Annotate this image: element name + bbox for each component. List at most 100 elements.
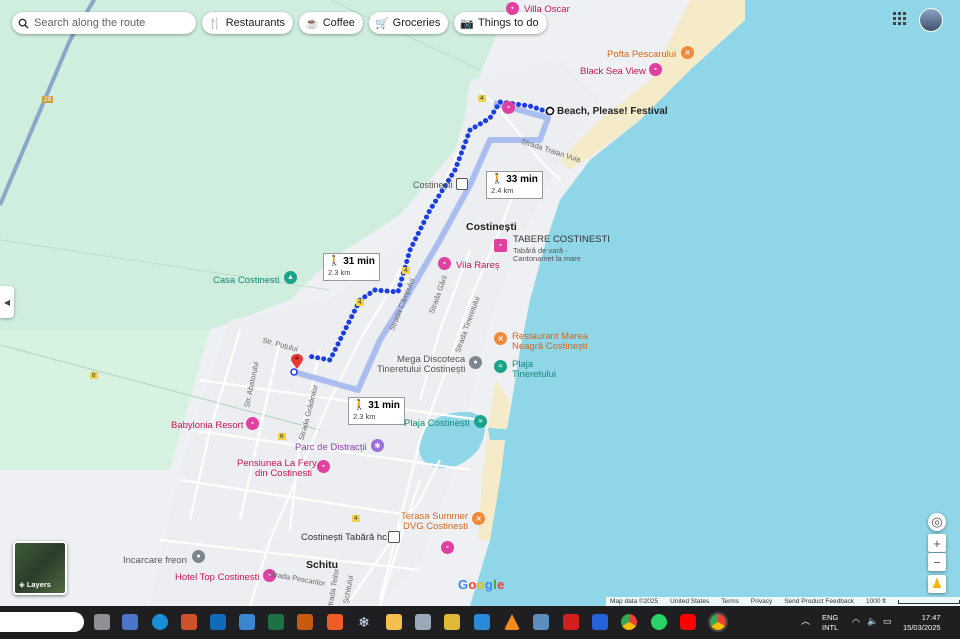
chip-coffee[interactable]: ☕ Coffee	[299, 12, 363, 34]
layers-button[interactable]: ◈ Layers	[13, 541, 67, 595]
lock-app-icon[interactable]	[444, 614, 460, 630]
destination-label[interactable]: Beach, Please! Festival	[557, 106, 668, 117]
chip-things-to-do[interactable]: 📷 Things to do	[454, 12, 547, 34]
camera-app-icon[interactable]	[415, 614, 431, 630]
place-babylonia[interactable]: Babylonia Resort	[171, 420, 243, 431]
route-duration-box-3[interactable]: 🚶 31 min 2.3 km	[348, 397, 405, 425]
translator-icon[interactable]	[592, 614, 608, 630]
park-icon[interactable]: ▲	[284, 271, 297, 284]
youtube-icon[interactable]	[680, 614, 696, 630]
restaurant-icon[interactable]: ✕	[494, 332, 507, 345]
layers-icon: ◈	[19, 580, 25, 589]
zoom-in-button[interactable]: +	[928, 534, 946, 552]
speaker-icon[interactable]: 🔈	[867, 616, 878, 626]
place-pofta-pescarului[interactable]: Pofta Pescarului	[607, 49, 676, 60]
place-villa-oscar[interactable]: Villa Oscar	[524, 4, 570, 15]
collapse-panel-tab[interactable]: ◀	[0, 286, 14, 318]
route-duration-box-1[interactable]: 🚶 33 min 2.4 km	[486, 171, 543, 199]
my-location-button[interactable]: ◎	[928, 513, 946, 531]
office-icon[interactable]	[181, 614, 197, 630]
hotel-icon[interactable]: ▪	[317, 460, 330, 473]
country-link[interactable]: United States	[670, 598, 709, 605]
beach-icon[interactable]: ≈	[494, 360, 507, 373]
clock[interactable]: 17:47 15/03/2025	[903, 613, 941, 633]
place-hotel-top[interactable]: Hotel Top Costinesti	[175, 572, 259, 583]
place-mega-disco-2[interactable]: Tineretului Costinești	[377, 364, 465, 375]
camp-icon[interactable]: ▪	[494, 239, 507, 252]
place-terasa-2[interactable]: DVG Costinesti	[403, 521, 468, 532]
language-indicator[interactable]: ENG INTL	[822, 613, 838, 633]
chrome-icon[interactable]	[621, 614, 637, 630]
place-tabere-sub2: Cantonamet la mare	[513, 254, 581, 263]
road-shield: 8	[90, 372, 98, 379]
map-data-text: Map data ©2025	[610, 598, 659, 605]
whatsapp-icon[interactable]	[651, 614, 667, 630]
place-plaja-costinesti[interactable]: Plaja Costinești	[404, 418, 469, 429]
powerpoint-icon[interactable]	[297, 614, 313, 630]
nightclub-icon[interactable]: ●	[469, 356, 482, 369]
hotel-icon[interactable]: ▪	[246, 417, 259, 430]
chip-restaurants[interactable]: 🍴 Restaurants	[202, 12, 294, 34]
place-pensiunea-2[interactable]: din Costinesti	[255, 468, 312, 479]
place-tabere-title[interactable]: TABERE COSTINESTI	[513, 234, 610, 245]
place-incarcare-freon[interactable]: Incarcare freon	[123, 555, 187, 566]
brave-icon[interactable]	[327, 614, 343, 630]
chrome-active-icon[interactable]	[708, 612, 728, 632]
file-explorer-icon[interactable]	[386, 614, 402, 630]
terms-link[interactable]: Terms	[721, 598, 739, 605]
train-station-icon[interactable]	[388, 531, 400, 543]
store-icon[interactable]	[239, 614, 255, 630]
edge-icon[interactable]	[152, 614, 168, 630]
hotel-icon[interactable]: ▪	[441, 541, 454, 554]
walk-distance: 2.4 km	[491, 186, 514, 195]
walk-time: 🚶 31 min	[353, 400, 400, 411]
chip-groceries[interactable]: 🛒 Groceries	[368, 12, 449, 34]
snowflake-icon[interactable]: ❄	[356, 614, 372, 630]
vlc-icon[interactable]	[504, 614, 520, 630]
privacy-link[interactable]: Privacy	[751, 598, 772, 605]
avatar[interactable]	[919, 8, 943, 32]
restaurant-icon[interactable]: ✕	[681, 46, 694, 59]
search-along-route-input[interactable]: Search along the route	[12, 12, 196, 34]
location-target-icon: ◎	[931, 514, 943, 529]
zoom-out-button[interactable]: −	[928, 553, 946, 571]
place-costinesti-station[interactable]: Costinești	[413, 180, 453, 191]
place-black-sea-view[interactable]: Black Sea View	[580, 66, 646, 77]
beach-icon[interactable]: ≈	[474, 415, 487, 428]
hotel-icon[interactable]: ▪	[649, 63, 662, 76]
place-vila-rares[interactable]: Vila Rareș	[456, 260, 500, 271]
chip-label: Groceries	[392, 17, 441, 29]
acrobat-icon[interactable]	[563, 614, 579, 630]
bus-stop-icon[interactable]	[456, 178, 468, 190]
monitor-app-icon[interactable]	[474, 614, 490, 630]
outlook-icon[interactable]	[210, 614, 226, 630]
wifi-icon[interactable]: ◠	[852, 617, 860, 627]
widgets-icon[interactable]	[122, 614, 138, 630]
amusement-park-icon[interactable]: ✻	[371, 439, 384, 452]
road-shield: 6	[278, 433, 286, 440]
restaurant-icon[interactable]: ✕	[472, 512, 485, 525]
map-canvas[interactable]: Search along the route 🍴 Restaurants ☕ C…	[0, 0, 960, 606]
task-view-icon[interactable]	[94, 614, 110, 630]
hotel-icon[interactable]: ▪	[438, 257, 451, 270]
place-tabara-hc[interactable]: Costinești Tabără hc.	[301, 532, 390, 543]
route-duration-box-2[interactable]: 🚶 31 min 2.3 km	[323, 253, 380, 281]
excel-icon[interactable]	[268, 614, 284, 630]
hotel-icon[interactable]: ▪	[502, 101, 515, 114]
feedback-link[interactable]: Send Product Feedback	[784, 598, 854, 605]
taskbar-search-box[interactable]	[0, 612, 84, 632]
scale-label[interactable]: 1000 ft	[866, 598, 886, 605]
place-restaurant-marea-2[interactable]: Neagră Costinești	[512, 341, 588, 352]
battery-icon[interactable]: ▭	[883, 616, 892, 626]
fork-knife-icon: 🍴	[208, 17, 222, 30]
street-view-pegman[interactable]: ♟	[928, 575, 946, 593]
remote-desktop-icon[interactable]	[533, 614, 549, 630]
hotel-icon[interactable]: ▪	[506, 2, 519, 15]
service-icon[interactable]: ●	[192, 550, 205, 563]
place-casa-costinesti[interactable]: Casa Costinesti	[213, 275, 280, 286]
place-plaja-tineretului-2[interactable]: Tineretului	[512, 369, 556, 380]
place-parc[interactable]: Parc de Distracții	[295, 442, 367, 453]
apps-grid-icon[interactable]	[893, 12, 907, 26]
lang-secondary: INTL	[822, 623, 839, 632]
chevron-up-icon[interactable]: ︿	[801, 616, 810, 626]
